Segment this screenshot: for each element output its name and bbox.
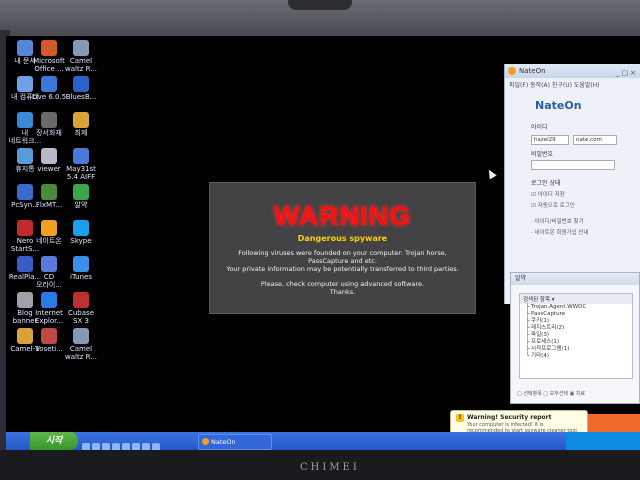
app-icon: [41, 40, 57, 56]
desktop-icon[interactable]: Camel waltz R...: [62, 328, 100, 361]
taskbar-item-label: NateOn: [211, 438, 236, 446]
password-label: 비밀번호: [531, 151, 554, 158]
app-icon: [73, 184, 89, 200]
desktop-icon-label: BluesB...: [65, 93, 97, 101]
nateon-app-icon: [508, 67, 516, 75]
app-icon: [73, 148, 89, 164]
warning-subtitle: Dangerous spyware: [297, 234, 388, 243]
scan-result-list[interactable]: 검색된 항목 ▾ ├ Trojan.Agent.WWDC ├ PassCaptur…: [519, 293, 633, 379]
password-input[interactable]: [531, 160, 615, 170]
desktop-icon-label: May31st 5.4 AIFF: [66, 165, 96, 181]
nateon-titlebar[interactable]: NateOn _□×: [505, 64, 640, 78]
scan-result-row[interactable]: ├ 시작프로그램(1): [520, 346, 632, 353]
find-account-link[interactable]: · 아이디/비밀번호 찾기: [531, 217, 640, 225]
app-icon: [73, 76, 89, 92]
app-icon: [73, 256, 89, 272]
app-icon: [41, 76, 57, 92]
desktop-icon-label: Skype: [70, 237, 92, 245]
scan-result-row[interactable]: ├ 파일(3): [520, 332, 632, 339]
app-icon: [41, 292, 57, 308]
id-label: 아이디: [531, 124, 548, 131]
auto-login-checkbox[interactable]: ☑ 자동으로 로그인: [531, 201, 640, 209]
app-icon: [73, 292, 89, 308]
nateon-window[interactable]: NateOn _□× 파일(F) 동작(A) 친구(U) 도움말(H) Nate…: [504, 64, 640, 304]
warning-popup[interactable]: WARNING Dangerous spyware Following viru…: [209, 182, 476, 314]
warning-title: WARNING: [273, 201, 412, 231]
start-button[interactable]: 시작: [30, 432, 78, 450]
nateon-logo: NateOn: [535, 99, 582, 112]
app-icon: [41, 220, 57, 236]
app-icon: [73, 40, 89, 56]
warning-body: Following viruses were founded on your c…: [220, 249, 465, 303]
system-tray[interactable]: [566, 432, 640, 450]
warning-line: Your private information may be potentia…: [226, 265, 459, 273]
desktop-icon[interactable]: May31st 5.4 AIFF: [62, 148, 100, 181]
desktop-icon-label: 최제: [74, 129, 88, 137]
app-icon: [41, 328, 57, 344]
app-icon: [73, 220, 89, 236]
quick-launch[interactable]: [82, 436, 192, 450]
app-icon: [73, 328, 89, 344]
scan-result-row[interactable]: ├ 프로세스(1): [520, 339, 632, 346]
app-icon: [41, 112, 57, 128]
app-icon: [41, 148, 57, 164]
desktop-icon-label: Camel waltz R...: [65, 57, 97, 73]
app-icon: [73, 112, 89, 128]
scan-result-row[interactable]: ├ PassCapture: [520, 311, 632, 318]
scan-result-row[interactable]: ├ 쿠키(1): [520, 318, 632, 325]
monitor-brand: CHIMEI: [300, 462, 360, 473]
id-input[interactable]: hazel29: [531, 135, 569, 145]
desktop-icon[interactable]: iTunes: [62, 256, 100, 281]
scan-result-row[interactable]: ├ Trojan.Agent.WWDC: [520, 304, 632, 311]
login-status-label: 로그인 상태: [531, 180, 561, 187]
desktop-icon-label: Cubase SX 3: [67, 309, 94, 325]
scan-result-row[interactable]: └ 기타(4): [520, 353, 632, 360]
desktop-icon[interactable]: 최제: [62, 112, 100, 137]
desktop-icon[interactable]: Camel waltz R...: [62, 40, 100, 73]
signup-link[interactable]: · 네이트온 회원가입 안내: [531, 228, 640, 236]
warning-line: Thanks.: [329, 288, 356, 296]
app-icon: [41, 184, 57, 200]
webcam: [288, 0, 352, 10]
window-controls[interactable]: _□×: [616, 66, 638, 80]
taskbar-item-nateon[interactable]: NateOn: [198, 434, 272, 450]
desktop-screen: 내 문서 Microsoft Office ... Camel waltz R...…: [6, 36, 640, 450]
desktop-icon[interactable]: BluesB...: [62, 76, 100, 101]
notification-title: Warning! Security report: [467, 414, 552, 421]
scan-result-window[interactable]: 알약 검색된 항목 ▾ ├ Trojan.Agent.WWDC ├ PassCap…: [510, 272, 640, 404]
nateon-title: NateOn: [519, 67, 546, 75]
nateon-icon: [202, 438, 209, 445]
scan-titlebar[interactable]: 알약: [511, 273, 639, 285]
mouse-cursor: [485, 167, 497, 180]
scan-header: 검색된 항목 ▾: [520, 294, 632, 304]
warning-line: Following viruses were founded on your c…: [238, 249, 447, 265]
desktop-icon-label: 알약: [74, 201, 88, 209]
app-icon: [41, 256, 57, 272]
save-id-checkbox[interactable]: ☑ 아이디 저장: [531, 190, 640, 198]
desktop-icon[interactable]: Skype: [62, 220, 100, 245]
warning-icon: !: [456, 414, 464, 422]
scan-result-row[interactable]: ├ 레지스트리(2): [520, 325, 632, 332]
desktop-icon[interactable]: Cubase SX 3: [62, 292, 100, 325]
warning-line: Please, check computer using advanced so…: [260, 280, 425, 288]
desktop-icon-label: iTunes: [70, 273, 92, 281]
desktop-icon[interactable]: 알약: [62, 184, 100, 209]
scan-footer[interactable]: □ 선택항목 □ 모두선택 ▣ 치료: [517, 390, 585, 397]
desktop-icon-label: Camel waltz R...: [65, 345, 97, 361]
domain-select[interactable]: nate.com: [573, 135, 617, 145]
